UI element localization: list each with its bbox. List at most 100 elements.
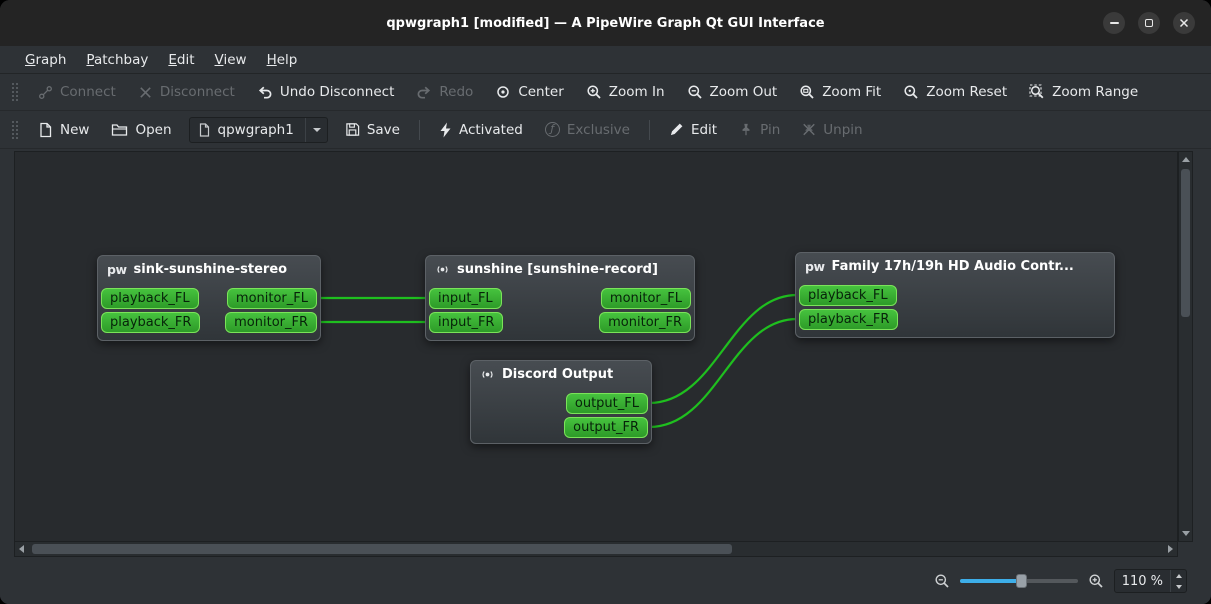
menu-help[interactable]: Help bbox=[258, 49, 307, 71]
zoom-spinbox[interactable]: 110 % bbox=[1113, 569, 1187, 593]
input-ports: input_FL input_FR bbox=[429, 288, 504, 333]
node-discord-output[interactable]: Discord Output output_FL output_FR bbox=[470, 360, 652, 444]
horizontal-scroll-handle[interactable] bbox=[32, 544, 732, 554]
close-button[interactable] bbox=[1173, 12, 1195, 34]
pin-icon bbox=[739, 122, 753, 137]
pipewire-icon: pw bbox=[107, 262, 127, 277]
node-header: pw Family 17h/19h HD Audio Contr... bbox=[796, 253, 1114, 276]
zoom-in-icon bbox=[586, 84, 602, 100]
node-title: sink-sunshine-stereo bbox=[133, 262, 288, 277]
port-monitor-fr[interactable]: monitor_FR bbox=[225, 312, 317, 333]
port-input-fl[interactable]: input_FL bbox=[429, 288, 502, 309]
output-ports: monitor_FL monitor_FR bbox=[599, 288, 691, 333]
minimize-button[interactable] bbox=[1103, 12, 1125, 34]
undo-disconnect-label: Undo Disconnect bbox=[279, 84, 395, 100]
port-output-fr[interactable]: output_FR bbox=[564, 417, 648, 438]
chevron-up-icon bbox=[1175, 573, 1182, 578]
activated-toggle[interactable]: Activated bbox=[428, 116, 534, 144]
connect-button[interactable]: Connect bbox=[27, 78, 127, 106]
toolbar-session: New Open qpwgraph1 Save Activated ƒ Excl… bbox=[0, 111, 1211, 149]
menubar: Graph Patchbay Edit View Help bbox=[0, 46, 1211, 74]
zoom-reset-button[interactable]: Zoom Reset bbox=[892, 78, 1018, 106]
zoom-fit-button[interactable]: Zoom Fit bbox=[788, 78, 892, 106]
session-combo[interactable]: qpwgraph1 bbox=[188, 116, 328, 143]
menu-view[interactable]: View bbox=[206, 49, 256, 71]
scroll-up-arrow[interactable] bbox=[1182, 157, 1190, 162]
zoom-slider-handle[interactable] bbox=[1015, 574, 1027, 588]
edit-label: Edit bbox=[690, 121, 718, 138]
redo-button[interactable]: Redo bbox=[405, 78, 484, 106]
session-combo-value: qpwgraph1 bbox=[217, 121, 294, 138]
node-header: pw sink-sunshine-stereo bbox=[98, 256, 320, 279]
application-icon bbox=[435, 262, 450, 277]
connect-icon bbox=[38, 85, 53, 100]
node-sink-sunshine-stereo[interactable]: pw sink-sunshine-stereo playback_FL play… bbox=[97, 255, 321, 341]
edit-toggle[interactable]: Edit bbox=[658, 116, 728, 144]
port-monitor-fl[interactable]: monitor_FL bbox=[600, 288, 691, 309]
application-icon bbox=[480, 367, 495, 382]
zoom-reset-icon bbox=[903, 84, 919, 100]
redo-label: Redo bbox=[439, 84, 474, 100]
patchbay-file-icon bbox=[198, 122, 211, 137]
port-playback-fr[interactable]: playback_FR bbox=[101, 312, 201, 333]
zoom-in-label: Zoom In bbox=[608, 84, 665, 100]
exclusive-label: Exclusive bbox=[566, 121, 630, 138]
node-family-hd-audio[interactable]: pw Family 17h/19h HD Audio Contr... play… bbox=[795, 252, 1115, 338]
scrollbar-corner bbox=[1178, 542, 1193, 557]
port-output-fl[interactable]: output_FL bbox=[565, 393, 648, 414]
zoom-out-button[interactable]: Zoom Out bbox=[676, 78, 789, 106]
port-playback-fl[interactable]: playback_FL bbox=[799, 285, 897, 306]
save-icon bbox=[345, 122, 360, 137]
scroll-left-arrow[interactable] bbox=[19, 545, 24, 553]
new-button[interactable]: New bbox=[27, 116, 100, 144]
chevron-down-icon[interactable] bbox=[304, 117, 321, 142]
window-title: qpwgraph1 [modified] — A PipeWire Graph … bbox=[386, 15, 825, 31]
activated-label: Activated bbox=[458, 121, 523, 138]
center-button[interactable]: Center bbox=[484, 78, 574, 106]
open-button[interactable]: Open bbox=[100, 116, 182, 144]
spin-down-button[interactable] bbox=[1171, 581, 1186, 592]
scroll-right-arrow[interactable] bbox=[1168, 545, 1173, 553]
disconnect-button[interactable]: Disconnect bbox=[127, 78, 246, 106]
port-playback-fl[interactable]: playback_FL bbox=[101, 288, 199, 309]
save-button[interactable]: Save bbox=[334, 116, 411, 144]
zoom-reset-label: Zoom Reset bbox=[926, 84, 1008, 100]
zoom-in-icon[interactable] bbox=[1088, 573, 1104, 589]
horizontal-scrollbar[interactable] bbox=[14, 542, 1178, 557]
undo-disconnect-button[interactable]: Undo Disconnect bbox=[246, 78, 406, 106]
menu-patchbay[interactable]: Patchbay bbox=[77, 49, 157, 71]
unpin-button[interactable]: Unpin bbox=[791, 116, 873, 144]
unpin-label: Unpin bbox=[823, 121, 863, 138]
vertical-scrollbar[interactable] bbox=[1178, 151, 1193, 542]
menu-edit[interactable]: Edit bbox=[159, 49, 203, 71]
connect-label: Connect bbox=[60, 84, 116, 100]
vertical-scroll-handle[interactable] bbox=[1181, 169, 1190, 317]
pipewire-icon: pw bbox=[805, 259, 825, 274]
toolbar-drag-handle[interactable] bbox=[12, 120, 18, 139]
zoom-range-button[interactable]: Zoom Range bbox=[1018, 78, 1149, 106]
exclusive-toggle[interactable]: ƒ Exclusive bbox=[534, 116, 641, 144]
center-icon bbox=[495, 84, 511, 100]
output-ports: output_FL output_FR bbox=[564, 393, 648, 438]
zoom-range-icon bbox=[1029, 84, 1045, 100]
port-playback-fr[interactable]: playback_FR bbox=[799, 309, 899, 330]
port-monitor-fl[interactable]: monitor_FL bbox=[226, 288, 317, 309]
zoom-range-label: Zoom Range bbox=[1052, 84, 1139, 100]
toolbar-drag-handle[interactable] bbox=[12, 83, 18, 101]
menu-graph[interactable]: Graph bbox=[16, 49, 75, 71]
graph-canvas[interactable]: pw sink-sunshine-stereo playback_FL play… bbox=[14, 151, 1178, 542]
titlebar[interactable]: qpwgraph1 [modified] — A PipeWire Graph … bbox=[0, 0, 1211, 46]
zoom-in-button[interactable]: Zoom In bbox=[575, 78, 676, 106]
pin-button[interactable]: Pin bbox=[728, 116, 791, 144]
zoom-slider[interactable] bbox=[959, 572, 1078, 590]
maximize-button[interactable] bbox=[1138, 12, 1160, 34]
center-label: Center bbox=[518, 84, 564, 100]
chevron-down-icon bbox=[1175, 584, 1182, 589]
zoom-out-icon[interactable] bbox=[934, 573, 950, 589]
port-monitor-fr[interactable]: monitor_FR bbox=[599, 312, 691, 333]
scroll-down-arrow[interactable] bbox=[1182, 531, 1190, 536]
spin-up-button[interactable] bbox=[1171, 570, 1186, 581]
node-sunshine-record[interactable]: sunshine [sunshine-record] input_FL inpu… bbox=[425, 255, 695, 341]
toolbar-graph: Connect Disconnect Undo Disconnect Redo … bbox=[0, 74, 1211, 111]
port-input-fr[interactable]: input_FR bbox=[429, 312, 504, 333]
